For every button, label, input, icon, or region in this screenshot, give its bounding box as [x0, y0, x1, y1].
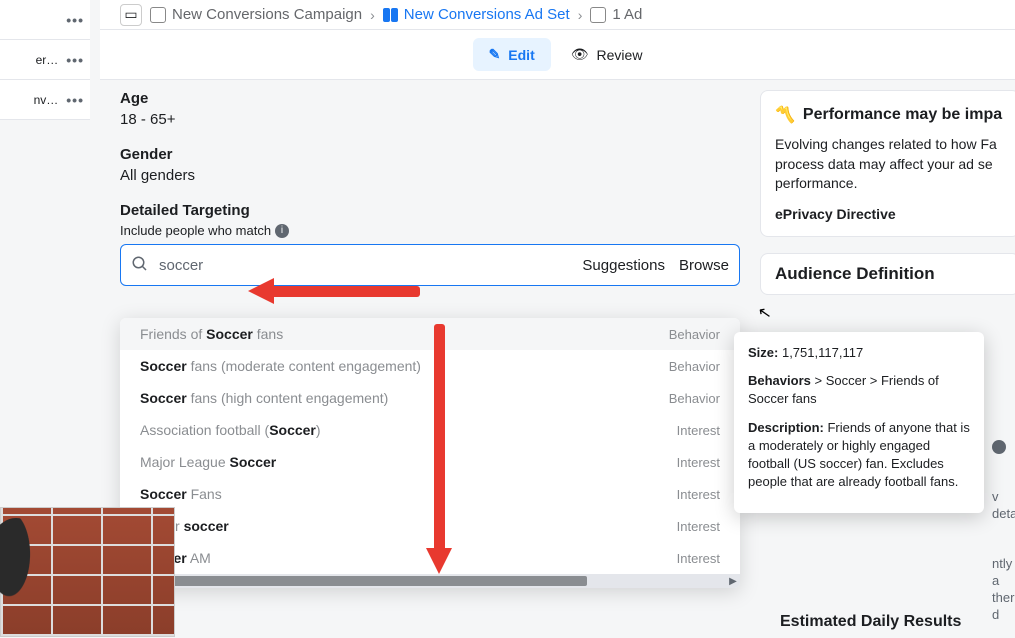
left-nav-item[interactable]: nv… ••• [0, 80, 90, 120]
targeting-search[interactable]: Suggestions Browse [120, 244, 740, 286]
browse-link[interactable]: Browse [679, 257, 729, 274]
more-icon[interactable]: ••• [58, 12, 84, 28]
audience-definition-title: Audience Definition [761, 254, 1015, 294]
trend-icon: 〽️ [775, 105, 795, 125]
detailed-targeting-label: Detailed Targeting [120, 202, 740, 219]
breadcrumb-campaign[interactable]: New Conversions Campaign [150, 6, 362, 23]
annotation-arrow-vertical [426, 324, 452, 574]
eprivacy-link[interactable]: ePrivacy Directive [775, 206, 1005, 222]
eye-icon: 👁 [571, 46, 589, 63]
scroll-right-icon[interactable]: ▶ [726, 576, 740, 587]
left-nav-fragment: ••• er… ••• nv… ••• [0, 0, 90, 140]
targeting-form: Age 18 - 65+ Gender All genders Detailed… [120, 90, 740, 286]
cursor-icon: ↖ [756, 302, 773, 324]
breadcrumb-label: New Conversions Ad Set [404, 6, 570, 23]
age-value: 18 - 65+ [120, 111, 740, 128]
editbar: ✎ Edit 👁 Review [100, 30, 1015, 80]
info-icon [992, 440, 1006, 454]
breadcrumb-label: 1 Ad [612, 6, 642, 23]
annotation-arrow-horizontal [248, 278, 418, 304]
folder-icon [150, 7, 166, 23]
edit-label: Edit [508, 47, 534, 63]
age-label: Age [120, 90, 740, 107]
edit-button[interactable]: ✎ Edit [473, 38, 551, 71]
pencil-icon: ✎ [489, 46, 501, 63]
tooltip-size: 1,751,117,117 [782, 345, 863, 360]
ad-icon [590, 7, 606, 23]
left-nav-label: nv… [34, 93, 59, 107]
include-match-label: Include people who match i [120, 223, 740, 238]
horizontal-scrollbar[interactable]: ▶ [120, 574, 740, 588]
breadcrumb-adset[interactable]: New Conversions Ad Set [383, 6, 570, 23]
performance-title: Performance may be impa [803, 106, 1002, 124]
left-nav-item[interactable]: er… ••• [0, 40, 90, 80]
search-icon [131, 255, 149, 276]
video-thumbnail [0, 507, 175, 637]
left-nav-item[interactable]: ••• [0, 0, 90, 40]
review-button[interactable]: 👁 Review [571, 46, 643, 63]
right-panel-fragment: v deta ntly a ther d [992, 440, 1015, 624]
more-icon[interactable]: ••• [58, 52, 84, 68]
left-nav-label: er… [36, 53, 59, 67]
performance-body: Evolving changes related to how Fa proce… [775, 135, 1005, 194]
breadcrumb: ▭ New Conversions Campaign › New Convers… [100, 0, 1015, 30]
more-icon[interactable]: ••• [58, 92, 84, 108]
estimated-results-title: Estimated Daily Results [780, 613, 961, 631]
suggestions-link[interactable]: Suggestions [582, 257, 665, 274]
right-panel: 〽️ Performance may be impa Evolving chan… [760, 90, 1015, 295]
review-label: Review [597, 47, 643, 63]
chevron-right-icon: › [370, 7, 375, 23]
gender-value: All genders [120, 167, 740, 184]
chevron-right-icon: › [578, 7, 583, 23]
performance-card: 〽️ Performance may be impa Evolving chan… [760, 90, 1015, 237]
gender-label: Gender [120, 146, 740, 163]
breadcrumb-ad[interactable]: 1 Ad [590, 6, 642, 23]
campaign-structure-icon[interactable]: ▭ [120, 4, 142, 26]
adset-icon [383, 8, 398, 22]
info-icon[interactable]: i [275, 224, 289, 238]
targeting-search-input[interactable] [159, 257, 572, 274]
breadcrumb-label: New Conversions Campaign [172, 6, 362, 23]
targeting-tooltip: Size: 1,751,117,117 Behaviors > Soccer >… [734, 332, 984, 513]
